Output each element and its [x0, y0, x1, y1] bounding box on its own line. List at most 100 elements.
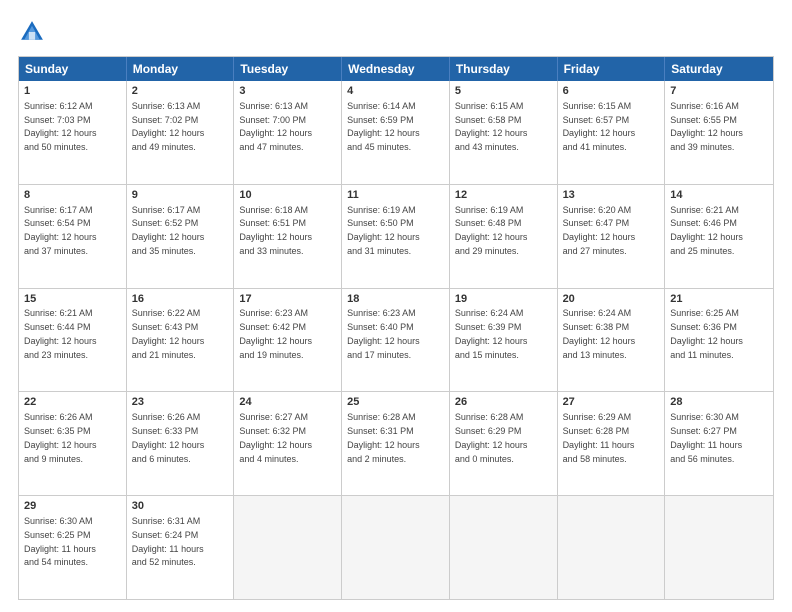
page: SundayMondayTuesdayWednesdayThursdayFrid… [0, 0, 792, 612]
weekday-header: Thursday [450, 57, 558, 81]
day-info: Sunrise: 6:13 AM Sunset: 7:02 PM Dayligh… [132, 101, 205, 152]
day-number: 18 [347, 292, 444, 307]
calendar-cell: 19Sunrise: 6:24 AM Sunset: 6:39 PM Dayli… [450, 289, 558, 392]
day-info: Sunrise: 6:30 AM Sunset: 6:27 PM Dayligh… [670, 412, 742, 463]
day-number: 1 [24, 84, 121, 99]
day-number: 14 [670, 188, 768, 203]
calendar-cell: 10 Sunrise: 6:18 AM Sunset: 6:51 PM Dayli… [234, 185, 342, 288]
day-info: Sunrise: 6:25 AM Sunset: 6:36 PM Dayligh… [670, 308, 743, 359]
day-number: 13 [563, 188, 660, 203]
calendar-cell: 27 Sunrise: 6:29 AM Sunset: 6:28 PM Dayli… [558, 392, 666, 495]
calendar-cell [234, 496, 342, 599]
calendar-cell: 5 Sunrise: 6:15 AM Sunset: 6:58 PM Daylig… [450, 81, 558, 184]
day-number: 22 [24, 395, 121, 410]
day-number: 12 [455, 188, 552, 203]
calendar-cell: 22 Sunrise: 6:26 AM Sunset: 6:35 PM Dayli… [19, 392, 127, 495]
day-info: Sunrise: 6:29 AM Sunset: 6:28 PM Dayligh… [563, 412, 635, 463]
calendar-cell: 23 Sunrise: 6:26 AM Sunset: 6:33 PM Dayli… [127, 392, 235, 495]
day-number: 29 [24, 499, 121, 514]
calendar-cell: 26 Sunrise: 6:28 AM Sunset: 6:29 PM Dayli… [450, 392, 558, 495]
day-number: 10 [239, 188, 336, 203]
day-info: Sunrise: 6:17 AM Sunset: 6:52 PM Dayligh… [132, 205, 205, 256]
day-number: 2 [132, 84, 229, 99]
day-info: Sunrise: 6:21 AM Sunset: 6:44 PM Dayligh… [24, 308, 97, 359]
day-number: 28 [670, 395, 768, 410]
day-info: Sunrise: 6:28 AM Sunset: 6:31 PM Dayligh… [347, 412, 420, 463]
weekday-header: Tuesday [234, 57, 342, 81]
calendar-cell: 1 Sunrise: 6:12 AM Sunset: 7:03 PM Daylig… [19, 81, 127, 184]
calendar-row: 1 Sunrise: 6:12 AM Sunset: 7:03 PM Daylig… [19, 81, 773, 184]
day-info: Sunrise: 6:26 AM Sunset: 6:33 PM Dayligh… [132, 412, 205, 463]
day-info: Sunrise: 6:19 AM Sunset: 6:50 PM Dayligh… [347, 205, 420, 256]
day-info: Sunrise: 6:22 AM Sunset: 6:43 PM Dayligh… [132, 308, 205, 359]
calendar-cell: 11Sunrise: 6:19 AM Sunset: 6:50 PM Dayli… [342, 185, 450, 288]
day-number: 5 [455, 84, 552, 99]
calendar: SundayMondayTuesdayWednesdayThursdayFrid… [18, 56, 774, 600]
calendar-cell: 18Sunrise: 6:23 AM Sunset: 6:40 PM Dayli… [342, 289, 450, 392]
calendar-row: 29 Sunrise: 6:30 AM Sunset: 6:25 PM Dayli… [19, 495, 773, 599]
day-number: 21 [670, 292, 768, 307]
day-number: 9 [132, 188, 229, 203]
day-number: 16 [132, 292, 229, 307]
day-number: 3 [239, 84, 336, 99]
day-number: 27 [563, 395, 660, 410]
day-info: Sunrise: 6:24 AM Sunset: 6:38 PM Dayligh… [563, 308, 636, 359]
calendar-cell: 13 Sunrise: 6:20 AM Sunset: 6:47 PM Dayli… [558, 185, 666, 288]
day-info: Sunrise: 6:26 AM Sunset: 6:35 PM Dayligh… [24, 412, 97, 463]
calendar-cell: 6 Sunrise: 6:15 AM Sunset: 6:57 PM Daylig… [558, 81, 666, 184]
calendar-cell: 29 Sunrise: 6:30 AM Sunset: 6:25 PM Dayli… [19, 496, 127, 599]
calendar-cell: 14 Sunrise: 6:21 AM Sunset: 6:46 PM Dayli… [665, 185, 773, 288]
calendar-row: 8Sunrise: 6:17 AM Sunset: 6:54 PM Daylig… [19, 184, 773, 288]
day-info: Sunrise: 6:21 AM Sunset: 6:46 PM Dayligh… [670, 205, 743, 256]
day-number: 8 [24, 188, 121, 203]
day-info: Sunrise: 6:15 AM Sunset: 6:57 PM Dayligh… [563, 101, 636, 152]
logo [18, 18, 50, 46]
calendar-cell: 30 Sunrise: 6:31 AM Sunset: 6:24 PM Dayli… [127, 496, 235, 599]
day-info: Sunrise: 6:13 AM Sunset: 7:00 PM Dayligh… [239, 101, 312, 152]
day-info: Sunrise: 6:30 AM Sunset: 6:25 PM Dayligh… [24, 516, 96, 567]
day-number: 20 [563, 292, 660, 307]
day-info: Sunrise: 6:20 AM Sunset: 6:47 PM Dayligh… [563, 205, 636, 256]
logo-icon [18, 18, 46, 46]
calendar-cell: 20Sunrise: 6:24 AM Sunset: 6:38 PM Dayli… [558, 289, 666, 392]
day-number: 30 [132, 499, 229, 514]
calendar-cell: 2 Sunrise: 6:13 AM Sunset: 7:02 PM Daylig… [127, 81, 235, 184]
calendar-cell [342, 496, 450, 599]
calendar-cell: 9 Sunrise: 6:17 AM Sunset: 6:52 PM Daylig… [127, 185, 235, 288]
weekday-header: Monday [127, 57, 235, 81]
day-number: 23 [132, 395, 229, 410]
day-number: 17 [239, 292, 336, 307]
day-info: Sunrise: 6:24 AM Sunset: 6:39 PM Dayligh… [455, 308, 528, 359]
calendar-cell: 25Sunrise: 6:28 AM Sunset: 6:31 PM Dayli… [342, 392, 450, 495]
day-number: 7 [670, 84, 768, 99]
day-number: 6 [563, 84, 660, 99]
calendar-cell: 3 Sunrise: 6:13 AM Sunset: 7:00 PM Daylig… [234, 81, 342, 184]
calendar-row: 22 Sunrise: 6:26 AM Sunset: 6:35 PM Dayli… [19, 391, 773, 495]
weekday-header: Wednesday [342, 57, 450, 81]
day-info: Sunrise: 6:23 AM Sunset: 6:42 PM Dayligh… [239, 308, 312, 359]
day-info: Sunrise: 6:14 AM Sunset: 6:59 PM Dayligh… [347, 101, 420, 152]
day-info: Sunrise: 6:15 AM Sunset: 6:58 PM Dayligh… [455, 101, 528, 152]
day-number: 19 [455, 292, 552, 307]
calendar-cell: 12 Sunrise: 6:19 AM Sunset: 6:48 PM Dayli… [450, 185, 558, 288]
calendar-body: 1 Sunrise: 6:12 AM Sunset: 7:03 PM Daylig… [19, 81, 773, 599]
calendar-cell: 4Sunrise: 6:14 AM Sunset: 6:59 PM Daylig… [342, 81, 450, 184]
calendar-cell: 8Sunrise: 6:17 AM Sunset: 6:54 PM Daylig… [19, 185, 127, 288]
calendar-cell: 24 Sunrise: 6:27 AM Sunset: 6:32 PM Dayli… [234, 392, 342, 495]
day-number: 26 [455, 395, 552, 410]
calendar-cell: 21Sunrise: 6:25 AM Sunset: 6:36 PM Dayli… [665, 289, 773, 392]
day-info: Sunrise: 6:12 AM Sunset: 7:03 PM Dayligh… [24, 101, 97, 152]
calendar-cell: 16Sunrise: 6:22 AM Sunset: 6:43 PM Dayli… [127, 289, 235, 392]
day-info: Sunrise: 6:16 AM Sunset: 6:55 PM Dayligh… [670, 101, 743, 152]
calendar-cell: 17Sunrise: 6:23 AM Sunset: 6:42 PM Dayli… [234, 289, 342, 392]
day-info: Sunrise: 6:18 AM Sunset: 6:51 PM Dayligh… [239, 205, 312, 256]
day-info: Sunrise: 6:28 AM Sunset: 6:29 PM Dayligh… [455, 412, 528, 463]
weekday-header: Sunday [19, 57, 127, 81]
day-info: Sunrise: 6:19 AM Sunset: 6:48 PM Dayligh… [455, 205, 528, 256]
calendar-row: 15Sunrise: 6:21 AM Sunset: 6:44 PM Dayli… [19, 288, 773, 392]
day-number: 24 [239, 395, 336, 410]
calendar-cell: 15Sunrise: 6:21 AM Sunset: 6:44 PM Dayli… [19, 289, 127, 392]
day-info: Sunrise: 6:27 AM Sunset: 6:32 PM Dayligh… [239, 412, 312, 463]
day-info: Sunrise: 6:31 AM Sunset: 6:24 PM Dayligh… [132, 516, 204, 567]
day-info: Sunrise: 6:23 AM Sunset: 6:40 PM Dayligh… [347, 308, 420, 359]
